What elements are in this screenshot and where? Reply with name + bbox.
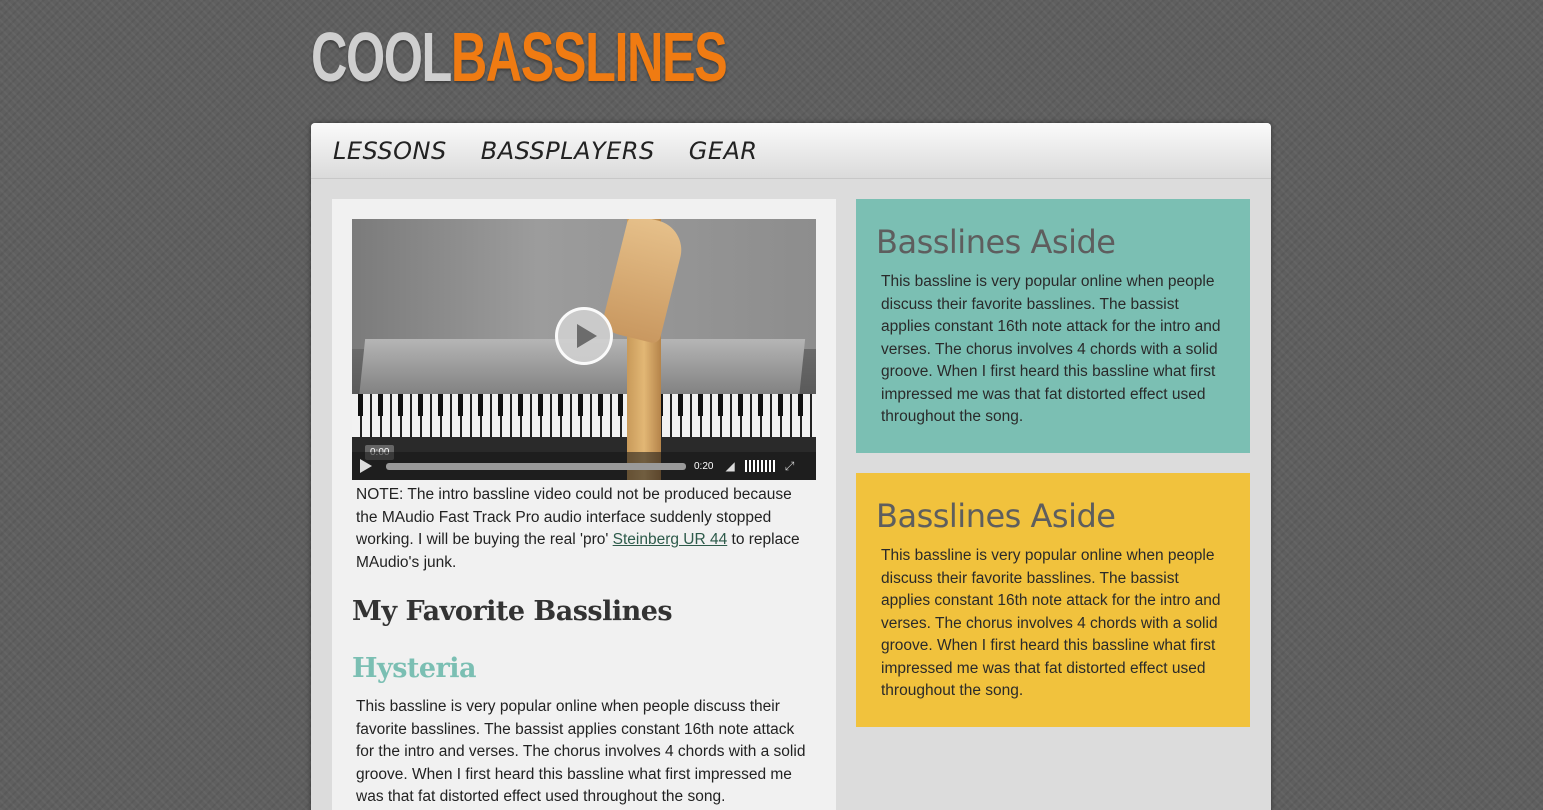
page-title: My Favorite Basslines — [352, 596, 673, 627]
video-controls: 0:20 ◢ ⤢ — [352, 452, 816, 480]
aside-title: Basslines Aside — [876, 223, 1116, 261]
logo-part-cool: COOL — [311, 18, 452, 96]
play-icon — [577, 324, 597, 348]
video-player[interactable]: 0:00 0:20 ◢ ⤢ — [352, 219, 816, 480]
video-duration: 0:20 — [694, 460, 714, 472]
aside-text: This bassline is very popular online whe… — [881, 273, 1221, 425]
main-content: 0:00 0:20 ◢ ⤢ NOTE: The intro bassline v… — [332, 199, 836, 810]
progress-bar[interactable] — [386, 462, 686, 470]
aside-text: This bassline is very popular online whe… — [881, 547, 1221, 699]
main-nav: LESSONS BASSPLAYERS GEAR — [311, 123, 1271, 179]
page-container: LESSONS BASSPLAYERS GEAR 0:00 0:20 ◢ ⤢ — [311, 123, 1271, 810]
aside-box-yellow: Basslines Aside This bassline is very po… — [856, 473, 1250, 727]
video-play-button[interactable] — [555, 307, 613, 365]
volume-icon[interactable]: ◢ — [725, 459, 734, 473]
nav-item-lessons[interactable]: LESSONS — [333, 137, 447, 165]
site-logo[interactable]: COOLBASSLINES — [311, 22, 728, 92]
nav-item-bassplayers[interactable]: BASSPLAYERS — [481, 137, 655, 165]
logo-part-basslines: BASSLINES — [450, 18, 728, 96]
steinberg-link[interactable]: Steinberg UR 44 — [613, 531, 728, 548]
video-note: NOTE: The intro bassline video could not… — [356, 484, 812, 574]
song-title: Hysteria — [352, 653, 477, 684]
nav-item-gear[interactable]: GEAR — [689, 137, 758, 165]
play-control-icon[interactable] — [360, 459, 372, 473]
song-description: This bassline is very popular online whe… — [356, 698, 806, 805]
video-black-keys-image — [352, 394, 816, 416]
aside-title: Basslines Aside — [876, 497, 1116, 535]
fullscreen-icon[interactable]: ⤢ — [785, 459, 795, 474]
volume-slider[interactable] — [744, 460, 777, 472]
aside-box-teal: Basslines Aside This bassline is very po… — [856, 199, 1250, 453]
